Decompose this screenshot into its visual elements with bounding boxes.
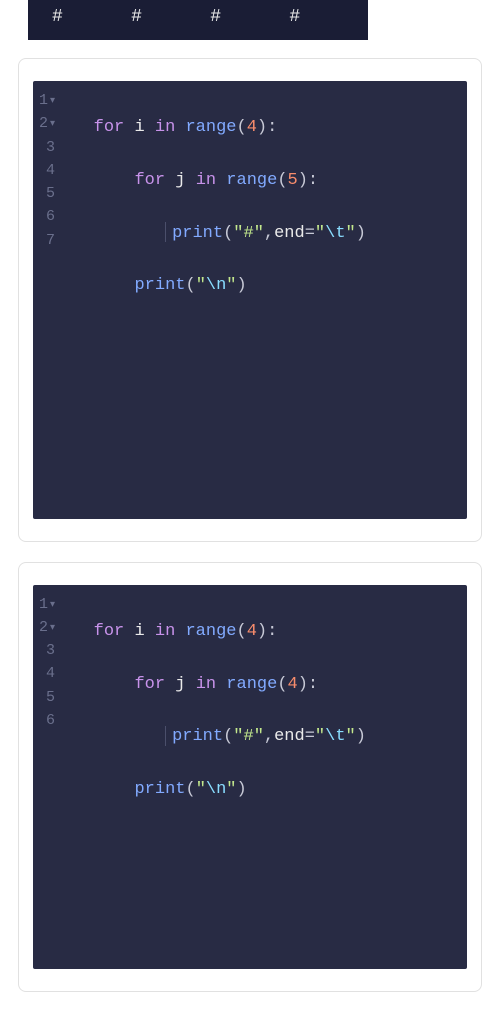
answer-option-1[interactable]: 1▾ 2▾ 3 4 5 6 7 for i in range(4): for j… bbox=[18, 58, 482, 542]
fold-icon: ▾ bbox=[50, 621, 55, 637]
line-number-gutter: 1▾ 2▾ 3 4 5 6 7 bbox=[33, 89, 63, 511]
fold-icon: ▾ bbox=[50, 94, 55, 110]
code-line: print("\n") bbox=[63, 273, 459, 299]
code-line bbox=[63, 431, 459, 457]
code-line: print("\n") bbox=[63, 777, 459, 803]
code-line: for j in range(4): bbox=[63, 672, 459, 698]
code-line bbox=[63, 830, 459, 856]
code-line: for i in range(4): bbox=[63, 619, 459, 645]
program-output: # # # # bbox=[28, 0, 368, 40]
output-panel-wrap: # # # # bbox=[28, 0, 368, 40]
code-editor: 1▾ 2▾ 3 4 5 6 7 for i in range(4): for j… bbox=[33, 81, 467, 519]
quiz-page: # # # # 1▾ 2▾ 3 4 5 6 7 for i in range(4… bbox=[0, 0, 500, 1030]
output-line: # # # # bbox=[52, 7, 301, 27]
code-line: for i in range(4): bbox=[63, 115, 459, 141]
code-line: print("#",end="\t") bbox=[63, 724, 459, 750]
code-editor: 1▾ 2▾ 3 4 5 6 for i in range(4): for j i… bbox=[33, 585, 467, 970]
fold-icon: ▾ bbox=[50, 117, 55, 133]
code-line: for j in range(5): bbox=[63, 168, 459, 194]
answer-option-2[interactable]: 1▾ 2▾ 3 4 5 6 for i in range(4): for j i… bbox=[18, 562, 482, 993]
code-line bbox=[63, 326, 459, 352]
code-line bbox=[63, 882, 459, 908]
code-line: print("#",end="\t") bbox=[63, 221, 459, 247]
code-body: for i in range(4): for j in range(5): pr… bbox=[63, 89, 467, 511]
code-line bbox=[63, 379, 459, 405]
code-body: for i in range(4): for j in range(4): pr… bbox=[63, 593, 467, 962]
fold-icon: ▾ bbox=[50, 598, 55, 614]
line-number-gutter: 1▾ 2▾ 3 4 5 6 bbox=[33, 593, 63, 962]
